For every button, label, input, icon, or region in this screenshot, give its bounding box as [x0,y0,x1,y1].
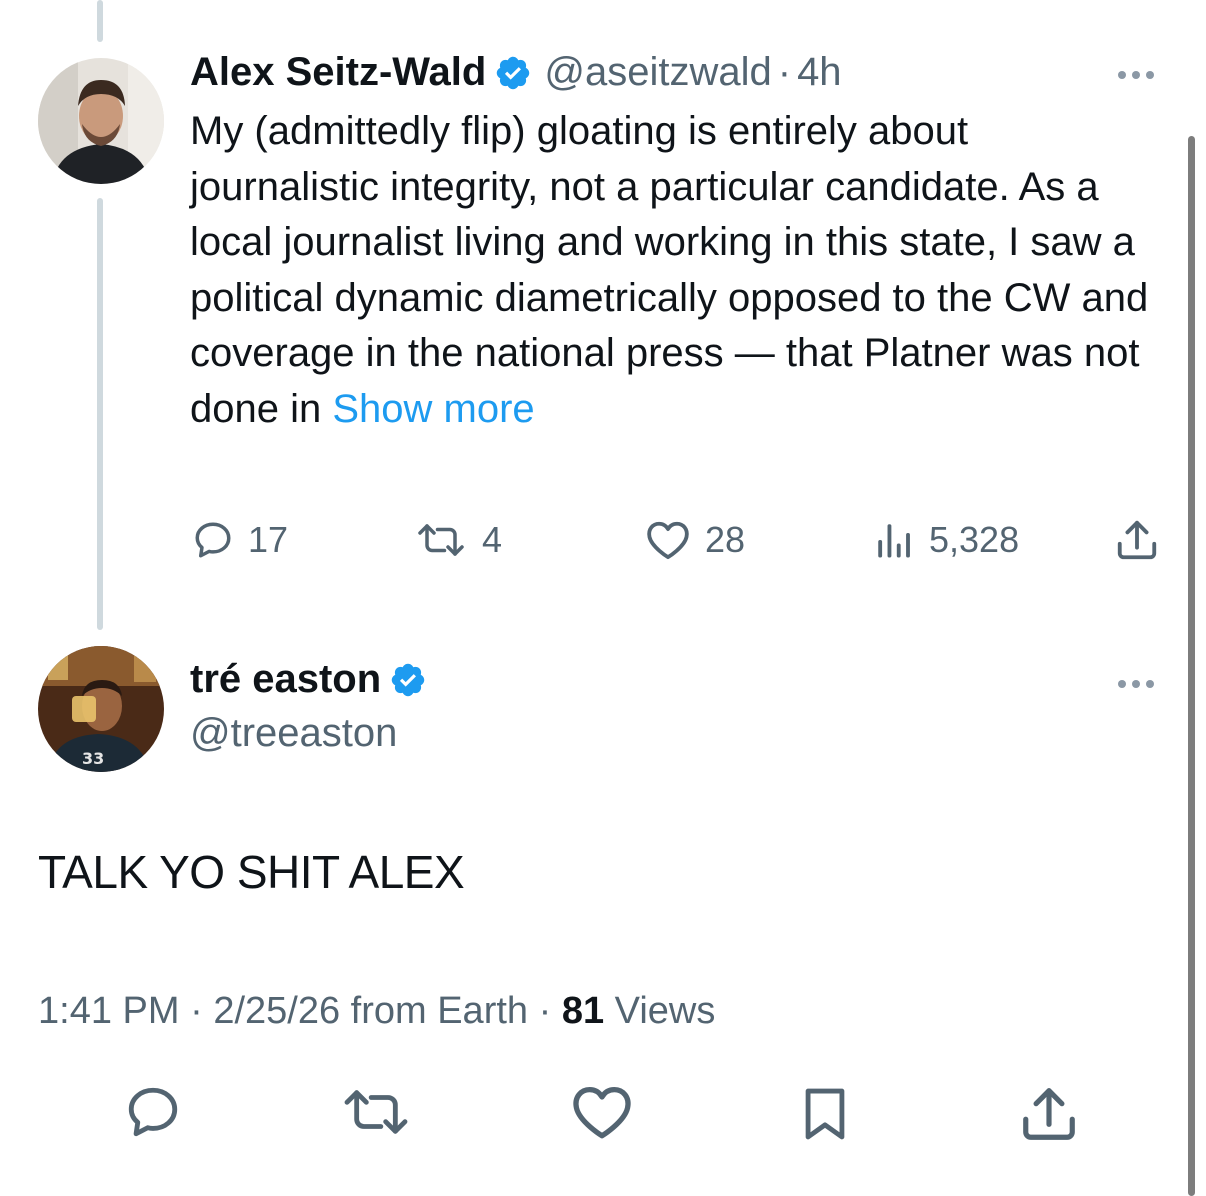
show-more-link[interactable]: Show more [332,387,534,431]
verified-badge-icon[interactable] [389,661,427,699]
bookmark-button[interactable] [796,1083,854,1145]
upload-share-icon [1114,517,1160,563]
repost-count: 4 [482,519,503,560]
repost-button[interactable] [338,1083,414,1141]
parent-tweet-header: Alex Seitz-Wald @aseitzwald · 4h [190,50,842,95]
meta-time[interactable]: 1:41 PM [38,990,180,1032]
heart-icon [645,519,691,561]
reply-more-options-icon[interactable] [1118,680,1154,688]
like-action[interactable]: 28 [645,519,745,561]
reply-author-name[interactable]: tré easton [190,657,381,702]
like-count: 28 [705,519,746,560]
thread-line-middle [97,198,103,630]
meta-separator: · [190,990,203,1032]
views-action[interactable]: 5,328 [873,519,1019,561]
like-button[interactable] [570,1083,634,1141]
share-button[interactable] [1018,1083,1080,1145]
reply-tweet-text: TALK YO SHIT ALEX [38,846,465,898]
avatar-tre[interactable]: 33 [38,646,164,772]
bookmark-icon [805,1088,845,1140]
ellipsis-dot [1146,71,1154,79]
verified-badge-icon[interactable] [494,54,532,92]
tweet-body: My (admittedly flip) gloating is entirel… [190,109,1149,431]
author-handle[interactable]: @aseitzwald [544,50,771,95]
tweet-timestamp[interactable]: 4h [797,50,842,95]
speech-bubble-icon [192,519,234,561]
scrollbar[interactable] [1188,136,1195,1196]
repost-action[interactable]: 4 [414,519,502,561]
upload-share-icon [1023,1088,1075,1140]
reply-action[interactable]: 17 [192,519,288,561]
more-options-icon[interactable] [1118,71,1154,79]
ellipsis-dot [1132,71,1140,79]
reply-count: 17 [248,519,289,560]
speech-bubble-icon [128,1087,178,1137]
reply-author-handle[interactable]: @treeaston [190,711,397,756]
reply-button[interactable] [122,1083,184,1141]
meta-views-count[interactable]: 81 [562,990,604,1032]
ellipsis-dot [1118,680,1126,688]
author-name[interactable]: Alex Seitz-Wald [190,50,486,95]
svg-text:33: 33 [82,749,104,768]
avatar-alex[interactable] [38,58,164,184]
reply-tweet-header: tré easton [190,657,427,702]
heart-icon [573,1086,631,1139]
ellipsis-dot [1146,680,1154,688]
header-separator: · [777,50,792,94]
views-count: 5,328 [929,519,1020,560]
reply-handle-row: @treeaston [190,711,397,756]
share-action[interactable] [1114,517,1160,563]
repost-arrows-icon [414,519,468,561]
bar-chart-icon [873,519,915,561]
repost-arrows-icon [344,1090,408,1134]
thread-line-top [97,0,103,42]
ellipsis-dot [1118,71,1126,79]
meta-date-source[interactable]: 2/25/26 from Earth [213,990,528,1032]
meta-views-label[interactable]: Views [615,990,716,1032]
tweet-meta: 1:41 PM · 2/25/26 from Earth · 81 Views [38,990,715,1033]
parent-tweet-text: My (admittedly flip) gloating is entirel… [190,104,1150,437]
meta-separator: · [538,990,552,1032]
ellipsis-dot [1132,680,1140,688]
